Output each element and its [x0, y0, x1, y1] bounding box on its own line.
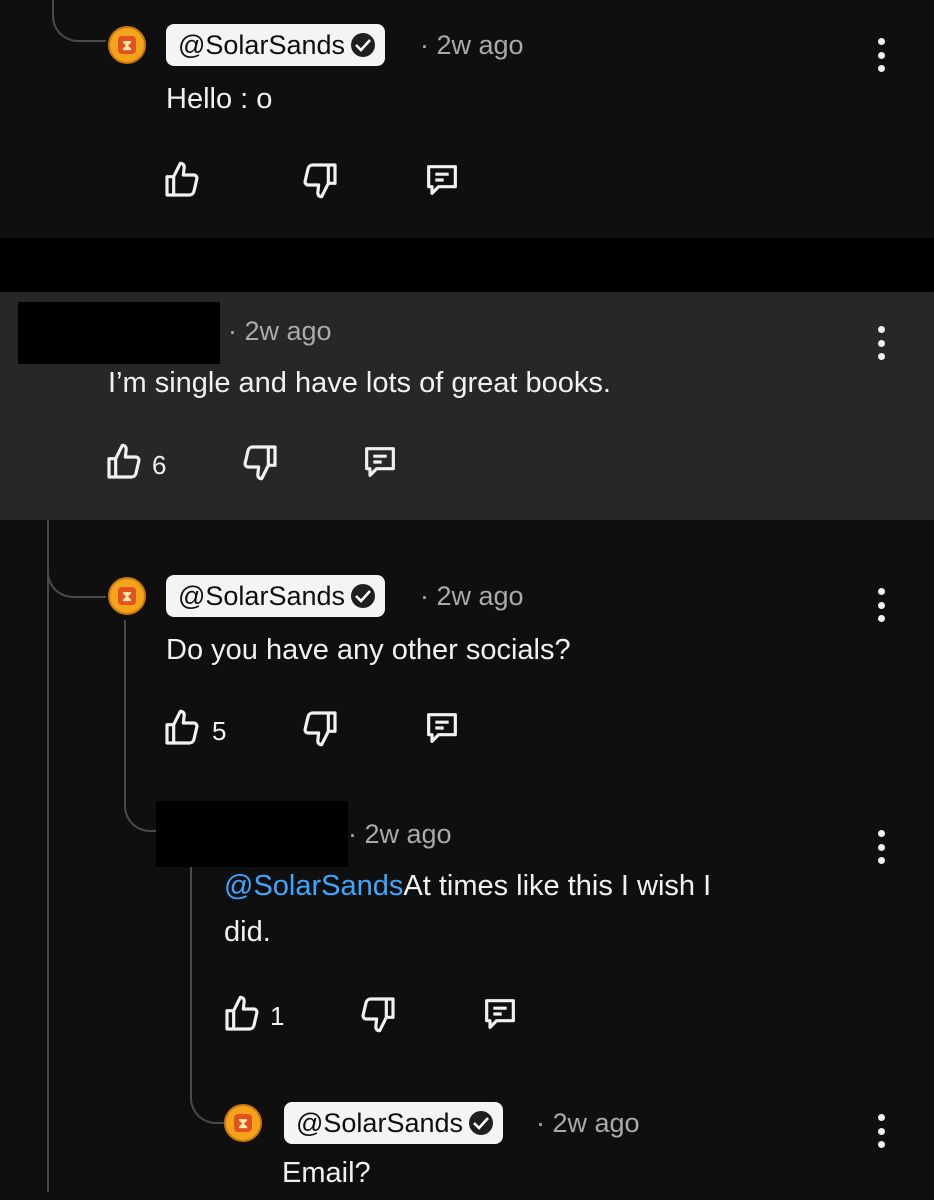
comment-timestamp: · 2w ago: [228, 316, 332, 346]
more-vert-icon[interactable]: [876, 326, 886, 360]
comment-timestamp: · 2w ago: [420, 581, 524, 611]
section-divider: [0, 238, 934, 292]
more-vert-icon[interactable]: [876, 588, 886, 622]
like-count: 6: [152, 450, 167, 480]
avatar[interactable]: ⧗: [108, 577, 146, 615]
comment-text-line: At times like this I wish I: [403, 870, 712, 902]
comment-timestamp: · 2w ago: [420, 30, 524, 60]
comment-text: Email?: [282, 1157, 371, 1189]
hourglass-icon: ⧗: [118, 36, 136, 54]
reply-icon[interactable]: [480, 994, 520, 1034]
user-mention-link[interactable]: @SolarSands: [224, 870, 403, 902]
reply-icon[interactable]: [360, 442, 400, 482]
comment-text: Hello : o: [166, 83, 273, 115]
verified-check-icon: [351, 584, 375, 608]
comment-timestamp: · 2w ago: [536, 1108, 640, 1138]
avatar[interactable]: ⧗: [224, 1104, 262, 1142]
hourglass-icon: ⧗: [118, 587, 136, 605]
comment-text: I’m single and have lots of great books.: [108, 367, 611, 399]
thumbs-down-icon[interactable]: [240, 442, 280, 482]
more-vert-icon[interactable]: [876, 1114, 886, 1148]
thumbs-down-icon[interactable]: [358, 994, 398, 1034]
comment-text-line: did.: [224, 916, 271, 948]
verified-check-icon: [469, 1111, 493, 1135]
channel-handle: @SolarSands: [178, 580, 345, 611]
verified-check-icon: [351, 33, 375, 57]
channel-handle: @SolarSands: [178, 29, 345, 60]
thumbs-up-icon[interactable]: [222, 994, 262, 1034]
more-vert-icon[interactable]: [876, 38, 886, 72]
redacted-username: [18, 302, 220, 364]
avatar[interactable]: ⧗: [108, 26, 146, 64]
comment-text: @SolarSandsAt times like this I wish I d…: [224, 863, 824, 955]
thumbs-down-icon[interactable]: [300, 708, 340, 748]
channel-handle-badge[interactable]: @SolarSands: [284, 1102, 503, 1144]
thread-line: [190, 860, 192, 1060]
like-count: 5: [212, 716, 227, 746]
channel-handle: @SolarSands: [296, 1107, 463, 1138]
thread-connector: [124, 620, 158, 832]
thread-connector: [47, 520, 106, 598]
reply-icon[interactable]: [422, 160, 462, 200]
hourglass-icon: ⧗: [234, 1114, 252, 1132]
thumbs-up-icon[interactable]: [104, 442, 144, 482]
comment-timestamp: · 2w ago: [348, 819, 452, 849]
more-vert-icon[interactable]: [876, 830, 886, 864]
like-count: 1: [270, 1001, 285, 1031]
channel-handle-badge[interactable]: @SolarSands: [166, 24, 385, 66]
channel-handle-badge[interactable]: @SolarSands: [166, 575, 385, 617]
thread-connector: [52, 0, 106, 42]
comment-text: Do you have any other socials?: [166, 634, 571, 666]
thread-connector: [190, 1060, 224, 1124]
thumbs-down-icon[interactable]: [300, 160, 340, 200]
reply-icon[interactable]: [422, 708, 462, 748]
thumbs-up-icon[interactable]: [162, 708, 202, 748]
thumbs-up-icon[interactable]: [162, 160, 202, 200]
redacted-username: [156, 801, 348, 867]
